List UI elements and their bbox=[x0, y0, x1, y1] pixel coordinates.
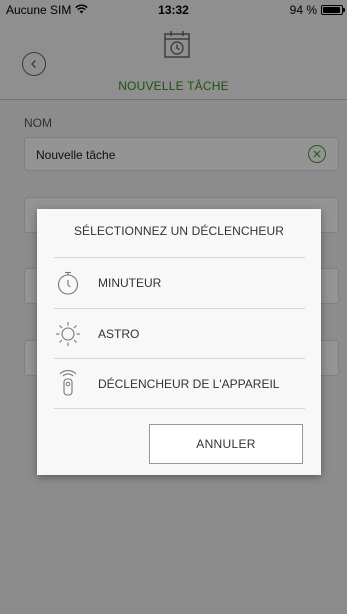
option-timer[interactable]: MINUTEUR bbox=[54, 258, 305, 308]
remote-control-icon bbox=[59, 370, 77, 396]
cancel-button[interactable]: ANNULER bbox=[149, 424, 303, 464]
divider bbox=[54, 408, 305, 409]
option-astro[interactable]: ASTRO bbox=[54, 309, 305, 359]
timer-icon bbox=[57, 271, 79, 295]
sun-icon bbox=[56, 322, 80, 346]
option-label: ASTRO bbox=[98, 327, 140, 341]
trigger-select-dialog: SÉLECTIONNEZ UN DÉCLENCHEUR MINUTEUR AST… bbox=[37, 209, 321, 475]
dialog-title: SÉLECTIONNEZ UN DÉCLENCHEUR bbox=[73, 224, 285, 238]
option-device-trigger[interactable]: DÉCLENCHEUR DE L'APPAREIL bbox=[54, 359, 305, 409]
option-label: DÉCLENCHEUR DE L'APPAREIL bbox=[98, 377, 280, 391]
option-label: MINUTEUR bbox=[98, 276, 162, 290]
app-screen: Aucune SIM 13:32 94 % NOUVELLE TÂCHE NOM… bbox=[0, 0, 347, 614]
